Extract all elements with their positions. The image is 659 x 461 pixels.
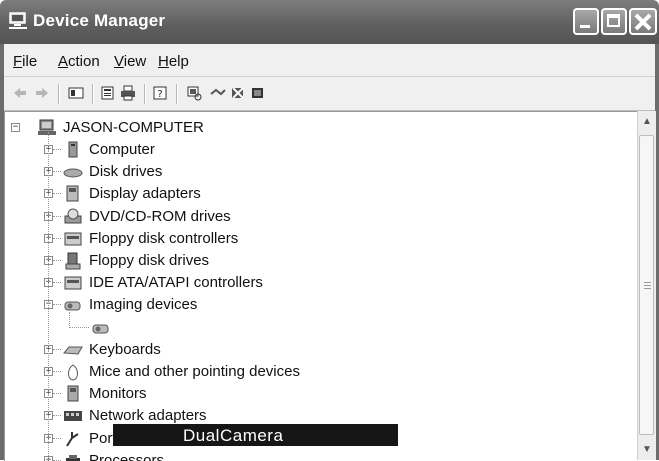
- device-tree[interactable]: − JASON-COMPUTER Computer Disk drives Disp…: [4, 111, 638, 461]
- scan-hardware-icon[interactable]: [186, 85, 202, 101]
- device-manager-window: Device Manager File Action View Help ? −: [0, 0, 659, 461]
- properties-icon[interactable]: [100, 85, 116, 101]
- ide-controller-icon: [64, 276, 82, 290]
- port-icon: [66, 431, 79, 447]
- tree-item-label: Imaging devices: [89, 296, 198, 314]
- disable-icon[interactable]: [250, 85, 266, 101]
- uninstall-icon[interactable]: [230, 85, 246, 101]
- title-bar[interactable]: Device Manager: [0, 0, 659, 44]
- svg-text:?: ?: [157, 89, 162, 100]
- computer-icon: [68, 141, 78, 158]
- maximize-button[interactable]: [601, 8, 627, 35]
- tree-item-label: DVD/CD-ROM drives: [89, 207, 231, 225]
- update-driver-icon[interactable]: [210, 85, 226, 101]
- forward-icon[interactable]: [34, 85, 50, 101]
- selected-device-label: DualCamera: [183, 426, 284, 445]
- scroll-thumb[interactable]: [639, 135, 654, 435]
- tree-item-label: Floppy disk controllers: [89, 229, 239, 247]
- monitor-icon: [67, 385, 79, 402]
- floppy-drive-icon: [65, 252, 81, 270]
- menu-action[interactable]: Action: [58, 53, 100, 70]
- menu-file[interactable]: File: [13, 53, 37, 70]
- show-hide-console-tree-icon[interactable]: [68, 85, 84, 101]
- tree-item-label: IDE ATA/ATAPI controllers: [89, 274, 263, 292]
- scroll-down-icon[interactable]: ▼: [639, 441, 655, 459]
- mouse-icon: [68, 364, 78, 381]
- tree-item-label: Floppy disk drives: [89, 252, 210, 269]
- menu-view[interactable]: View: [114, 53, 146, 70]
- menu-help[interactable]: Help: [158, 53, 189, 70]
- scroll-up-icon[interactable]: ▲: [639, 113, 655, 131]
- close-button[interactable]: [629, 8, 657, 35]
- help-icon[interactable]: ?: [152, 85, 168, 101]
- tree-item-label: Mice and other pointing devices: [89, 363, 300, 380]
- tree-item-label: Monitors: [89, 385, 147, 403]
- toolbar: ?: [4, 77, 655, 111]
- dvd-drive-icon: [64, 208, 82, 224]
- floppy-controller-icon: [64, 232, 82, 246]
- vertical-scrollbar[interactable]: ▲ ▼: [637, 111, 656, 460]
- tree-item-label: Network adapters: [89, 407, 207, 425]
- network-adapter-icon: [64, 411, 82, 422]
- tree-item-label: Keyboards: [89, 340, 161, 358]
- back-icon[interactable]: [12, 85, 28, 101]
- keyboard-icon: [63, 346, 83, 355]
- display-adapter-icon: [66, 185, 79, 202]
- collapse-root-toggle[interactable]: −: [11, 123, 20, 132]
- tree-item-label: Display adapters: [89, 185, 201, 203]
- minimize-button[interactable]: [573, 8, 599, 35]
- tree-root-label: JASON-COMPUTER: [63, 119, 204, 136]
- window-title: Device Manager: [33, 11, 166, 30]
- device-manager-icon: [9, 12, 27, 29]
- camera-icon: [92, 324, 109, 334]
- disk-drive-icon: [63, 168, 83, 178]
- menu-bar: File Action View Help: [4, 44, 655, 77]
- camera-icon: [64, 301, 81, 311]
- tree-item-label: Disk drives: [89, 163, 163, 181]
- print-icon[interactable]: [120, 85, 136, 101]
- computer-icon: [38, 119, 56, 135]
- tree-item-label: Computer: [89, 141, 155, 158]
